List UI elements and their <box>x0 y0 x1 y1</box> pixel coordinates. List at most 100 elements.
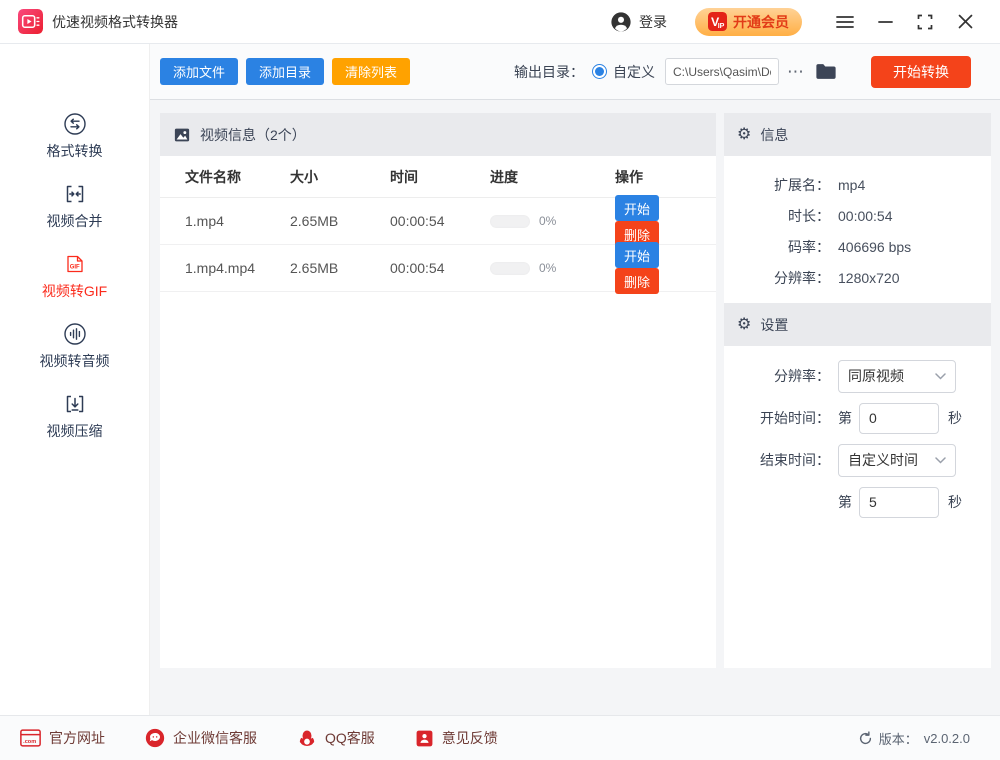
table-row: 1.mp4.mp4 2.65MB 00:00:54 0% 开始 删除 <box>160 245 716 292</box>
website-icon: .com <box>20 729 41 747</box>
video-to-audio-icon <box>63 322 87 346</box>
resolution-selected-value: 同原视频 <box>848 366 904 386</box>
info-section-title: 信息 <box>760 125 788 145</box>
col-filename: 文件名称 <box>185 167 290 187</box>
table-column-headers: 文件名称 大小 时间 进度 操作 <box>160 156 716 198</box>
sidebar-item-format-convert[interactable]: 格式转换 <box>0 112 149 162</box>
video-info-panel: 视频信息（2个） 文件名称 大小 时间 进度 操作 1.mp4 2.65MB 0… <box>160 113 716 668</box>
file-name: 1.mp4.mp4 <box>185 260 290 276</box>
detail-panel: ⚙ 信息 扩展名： mp4 时长： 00:00:54 码率： 406696 bp… <box>724 113 991 668</box>
add-file-button[interactable]: 添加文件 <box>160 58 238 85</box>
end-time-input[interactable] <box>859 487 939 518</box>
sidebar-item-label: 视频合并 <box>47 211 103 231</box>
seconds-suffix: 秒 <box>948 492 962 512</box>
end-time-mode-select[interactable]: 自定义时间 <box>838 444 956 477</box>
ordinal-prefix: 第 <box>838 408 852 428</box>
feedback-link[interactable]: 意见反馈 <box>415 728 498 748</box>
custom-output-radio[interactable] <box>592 64 607 79</box>
row-delete-button[interactable]: 删除 <box>615 268 659 294</box>
toolbar: 添加文件 添加目录 清除列表 输出目录： 自定义 ⋯ 开始转换 <box>150 44 1000 100</box>
app-title: 优速视频格式转换器 <box>52 12 178 32</box>
video-compress-icon <box>63 392 87 416</box>
setting-row-start-time: 开始时间： 第 秒 <box>724 401 991 435</box>
file-time: 00:00:54 <box>390 213 490 229</box>
video-thumbnail-icon <box>173 126 191 144</box>
info-label: 码率： <box>724 237 830 257</box>
maximize-button[interactable] <box>908 7 942 37</box>
file-size: 2.65MB <box>290 213 390 229</box>
info-label: 时长： <box>724 206 830 226</box>
clear-list-button[interactable]: 清除列表 <box>332 58 410 85</box>
qq-service-link[interactable]: QQ客服 <box>297 728 375 748</box>
info-value: 406696 bps <box>838 239 911 255</box>
wechat-service-link[interactable]: 企业微信客服 <box>145 728 257 748</box>
resolution-select[interactable]: 同原视频 <box>838 360 956 393</box>
col-progress: 进度 <box>490 167 615 187</box>
user-avatar-icon <box>610 11 632 33</box>
svg-text:IP: IP <box>718 22 725 30</box>
info-value: 1280x720 <box>838 270 900 286</box>
wechat-chat-icon <box>145 728 165 748</box>
col-size: 大小 <box>290 167 390 187</box>
progress-bar <box>490 262 530 275</box>
minimize-button[interactable] <box>868 7 902 37</box>
info-row-duration: 时长： 00:00:54 <box>724 200 991 231</box>
info-section-header: ⚙ 信息 <box>724 113 991 156</box>
sidebar-item-video-to-gif[interactable]: GIF 视频转GIF <box>0 252 149 302</box>
add-directory-button[interactable]: 添加目录 <box>246 58 324 85</box>
chevron-down-icon <box>935 373 946 380</box>
row-start-button[interactable]: 开始 <box>615 242 659 268</box>
resolution-label: 分辨率： <box>724 366 830 386</box>
login-label: 登录 <box>639 12 667 32</box>
refresh-icon <box>858 731 873 746</box>
sidebar: 格式转换 视频合并 GIF 视频转GIF 视频转音频 <box>0 44 150 715</box>
content-area: 视频信息（2个） 文件名称 大小 时间 进度 操作 1.mp4 2.65MB 0… <box>150 100 1000 715</box>
file-name: 1.mp4 <box>185 213 290 229</box>
menu-button[interactable] <box>828 7 862 37</box>
video-info-header: 视频信息（2个） <box>160 113 716 156</box>
sidebar-item-video-compress[interactable]: 视频压缩 <box>0 392 149 442</box>
end-time-label: 结束时间： <box>724 450 830 470</box>
close-button[interactable] <box>948 7 982 37</box>
table-row: 1.mp4 2.65MB 00:00:54 0% 开始 删除 <box>160 198 716 245</box>
col-time: 时间 <box>390 167 490 187</box>
ordinal-prefix: 第 <box>838 492 852 512</box>
progress-value: 0% <box>539 261 556 275</box>
folder-icon <box>815 62 837 81</box>
footer-link-label: 企业微信客服 <box>173 728 257 748</box>
progress-value: 0% <box>539 214 556 228</box>
start-time-input[interactable] <box>859 403 939 434</box>
sidebar-item-video-merge[interactable]: 视频合并 <box>0 182 149 232</box>
sidebar-item-label: 视频转音频 <box>40 351 110 371</box>
version-label: 版本： <box>879 729 918 748</box>
browse-more-button[interactable]: ⋯ <box>787 67 805 77</box>
open-vip-button[interactable]: V IP 开通会员 <box>695 8 802 36</box>
start-convert-button[interactable]: 开始转换 <box>871 56 971 88</box>
info-row-extension: 扩展名： mp4 <box>724 169 991 200</box>
info-value: 00:00:54 <box>838 208 893 224</box>
hamburger-icon <box>836 15 854 29</box>
output-path-input[interactable] <box>665 58 779 85</box>
version-value: v2.0.2.0 <box>924 731 970 746</box>
col-actions: 操作 <box>615 167 716 187</box>
info-row-bitrate: 码率： 406696 bps <box>724 231 991 262</box>
settings-section-title: 设置 <box>760 315 788 335</box>
setting-row-end-time: 结束时间： 自定义时间 <box>724 443 991 477</box>
close-icon <box>958 14 973 29</box>
start-time-label: 开始时间： <box>724 408 830 428</box>
qq-penguin-icon <box>297 728 317 748</box>
format-convert-icon <box>63 112 87 136</box>
setting-row-resolution: 分辨率： 同原视频 <box>724 359 991 393</box>
gear-icon: ⚙ <box>737 127 751 143</box>
row-start-button[interactable]: 开始 <box>615 195 659 221</box>
version-info: 版本： v2.0.2.0 <box>858 729 980 748</box>
gear-icon: ⚙ <box>737 317 751 333</box>
footer-link-label: QQ客服 <box>325 728 375 748</box>
vip-badge-icon: V IP <box>708 12 727 31</box>
login-button[interactable]: 登录 <box>610 11 667 33</box>
official-site-link[interactable]: .com 官方网址 <box>20 728 105 748</box>
info-value: mp4 <box>838 177 865 193</box>
info-label: 扩展名： <box>724 175 830 195</box>
sidebar-item-video-to-audio[interactable]: 视频转音频 <box>0 322 149 372</box>
open-folder-button[interactable] <box>815 62 837 81</box>
